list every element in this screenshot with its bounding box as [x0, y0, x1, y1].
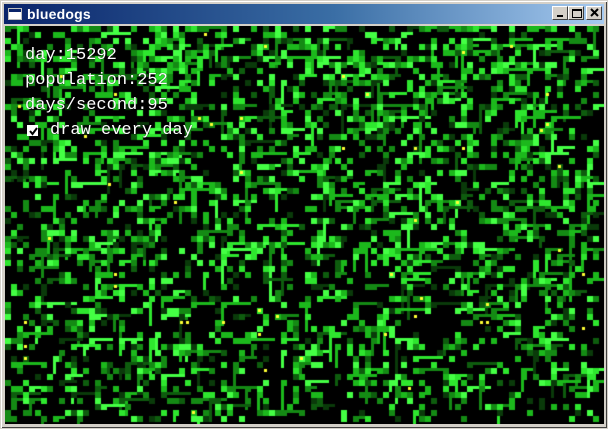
- maximize-icon: [572, 9, 582, 18]
- draw-every-day-option[interactable]: draw every day: [25, 118, 193, 143]
- title-bar[interactable]: bluedogs: [4, 4, 604, 24]
- checkmark-icon: [29, 127, 38, 136]
- minimize-icon: [557, 15, 563, 17]
- caption-buttons: [552, 6, 602, 20]
- draw-every-day-label: draw every day: [50, 121, 193, 140]
- window-app-icon[interactable]: [8, 8, 22, 20]
- window-title: bluedogs: [27, 6, 91, 22]
- app-window: bluedogs day:15292 population:252 days/s…: [0, 0, 608, 429]
- close-button[interactable]: [586, 6, 602, 20]
- minimize-button[interactable]: [552, 6, 568, 20]
- days-per-second: days/second:95: [25, 96, 168, 115]
- day-counter: day:15292: [25, 46, 117, 65]
- simulation-canvas[interactable]: day:15292 population:252 days/second:95 …: [5, 26, 604, 424]
- maximize-button[interactable]: [568, 6, 584, 20]
- population-counter: population:252: [25, 71, 168, 90]
- draw-every-day-checkbox[interactable]: [27, 125, 38, 136]
- stats-overlay: day:15292 population:252 days/second:95 …: [25, 43, 193, 143]
- close-icon: [590, 8, 599, 17]
